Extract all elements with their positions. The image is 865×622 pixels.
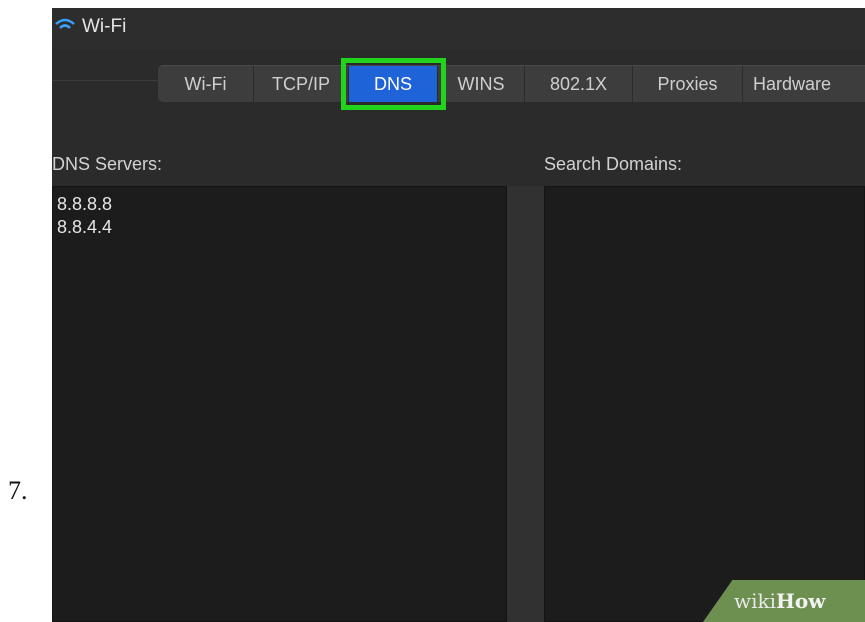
tab-proxies[interactable]: Proxies bbox=[633, 66, 743, 102]
search-domains-list[interactable] bbox=[544, 186, 865, 622]
tab-dns[interactable]: DNS bbox=[341, 58, 446, 110]
wifi-icon bbox=[54, 14, 76, 41]
watermark-how: How bbox=[776, 589, 826, 613]
window-title-bar: Wi-Fi bbox=[52, 8, 865, 50]
tab-8021x[interactable]: 802.1X bbox=[525, 66, 633, 102]
tab-wifi[interactable]: Wi-Fi bbox=[158, 66, 254, 102]
tab-tcpip[interactable]: TCP/IP bbox=[254, 66, 349, 102]
tab-bar: Wi-Fi TCP/IP DNS WINS 802.1X Proxies Har… bbox=[158, 58, 865, 110]
list-divider bbox=[507, 186, 544, 622]
step-number: 7. bbox=[8, 476, 28, 505]
tabbar-divider bbox=[52, 80, 162, 81]
tab-wins[interactable]: WINS bbox=[438, 66, 525, 102]
dns-servers-label: DNS Servers: bbox=[52, 154, 163, 174]
network-dns-panel: Wi-Fi Wi-Fi TCP/IP DNS WINS 802.1X Proxi… bbox=[52, 8, 865, 622]
dns-server-item[interactable]: 8.8.4.4 bbox=[53, 216, 506, 239]
window-title: Wi-Fi bbox=[82, 16, 127, 37]
dns-servers-list[interactable]: 8.8.8.8 8.8.4.4 bbox=[52, 186, 507, 622]
wikihow-watermark: wikiHow bbox=[734, 589, 825, 613]
tab-hardware[interactable]: Hardware bbox=[743, 66, 865, 102]
dns-server-item[interactable]: 8.8.8.8 bbox=[53, 193, 506, 216]
search-domains-label: Search Domains: bbox=[544, 154, 683, 174]
watermark-wiki: wiki bbox=[734, 589, 777, 613]
